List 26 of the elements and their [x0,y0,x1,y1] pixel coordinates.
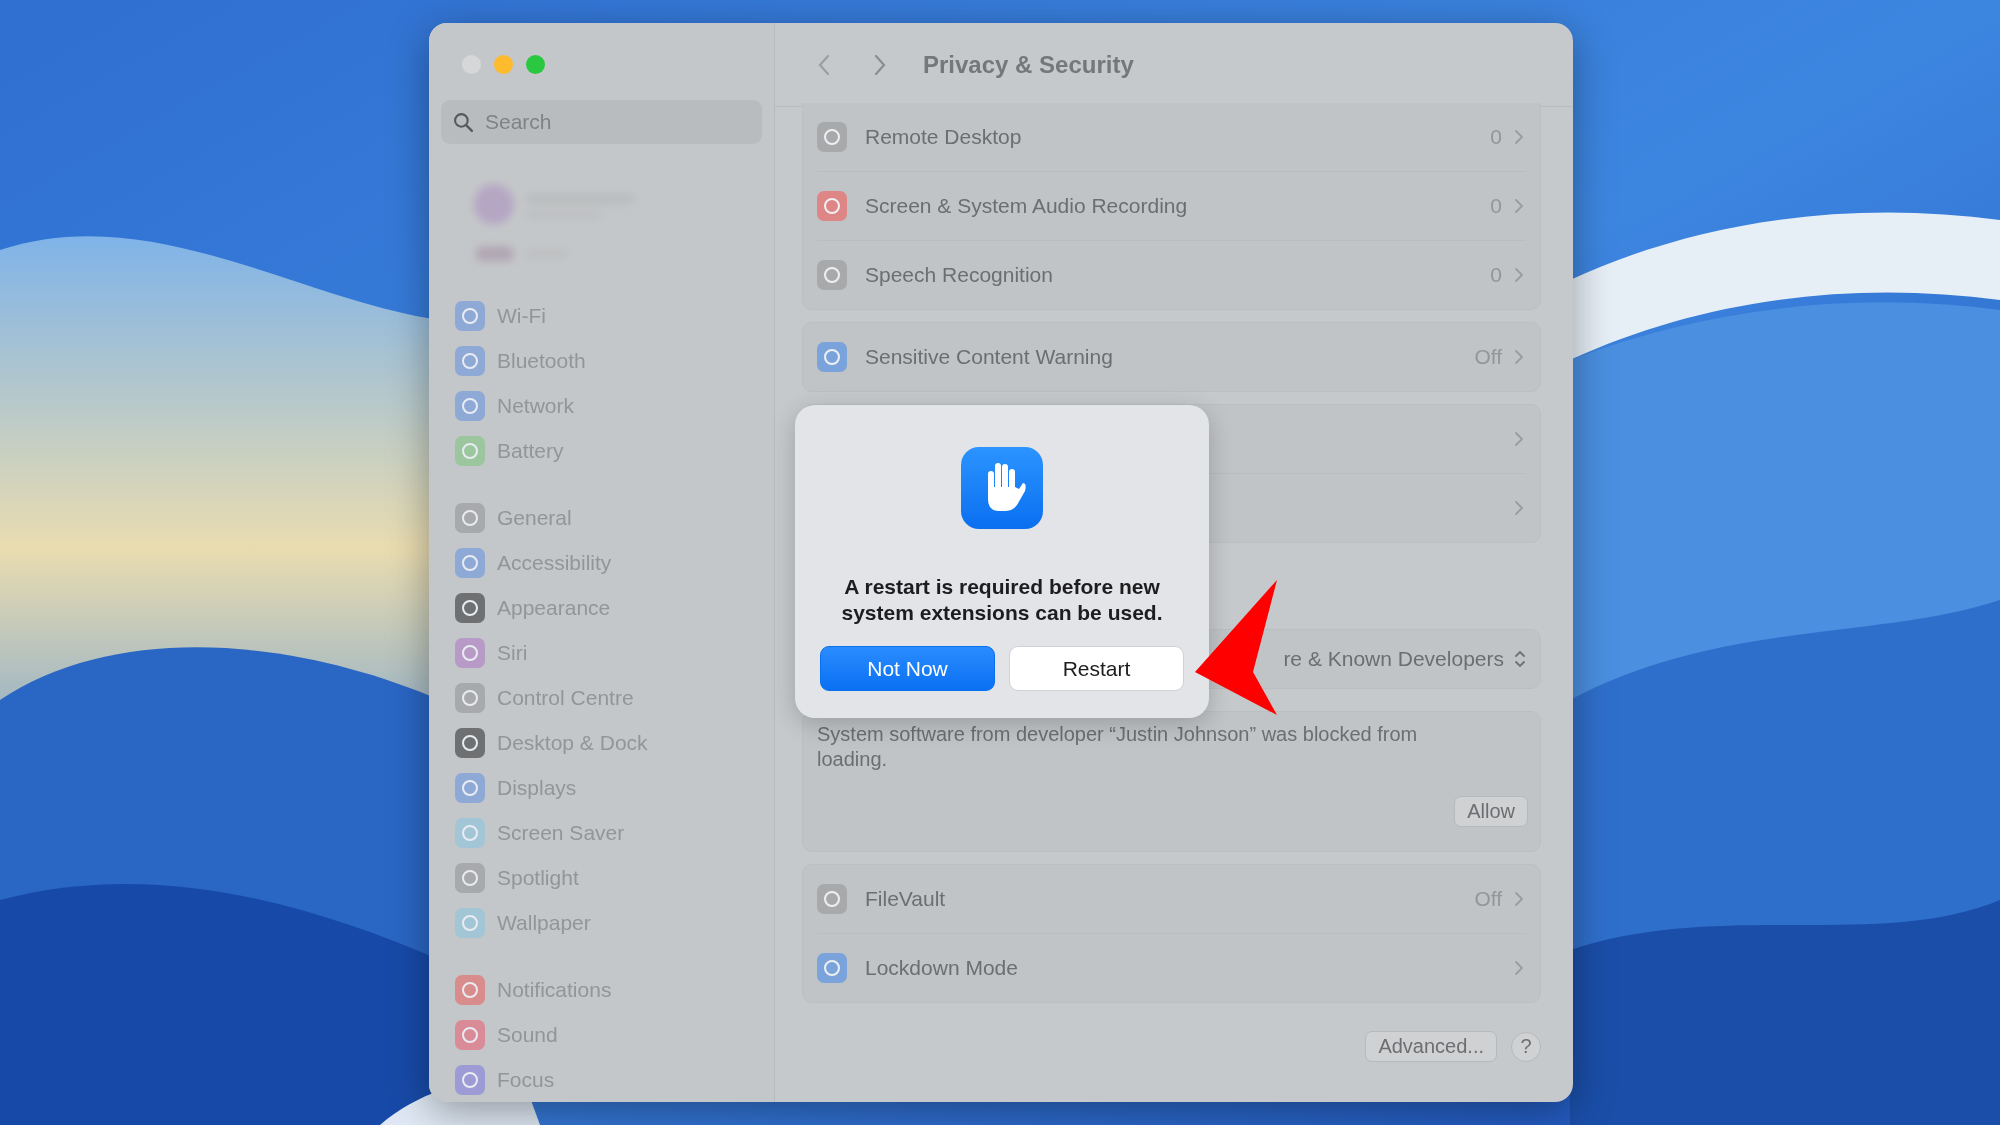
restart-button[interactable]: Restart [1009,646,1184,691]
window-title: Privacy & Security [923,50,1134,79]
back-icon[interactable] [817,52,831,77]
not-now-button[interactable]: Not Now [820,646,995,691]
chevron-icon [1514,891,1524,907]
forward-icon[interactable] [873,52,887,77]
hand-icon [961,447,1043,529]
up-down-icon [1514,649,1526,669]
chevron-icon [1514,349,1524,365]
chevron-icon [1514,129,1524,145]
search-icon [453,111,474,133]
search-field[interactable]: Search [441,99,762,144]
dialog-message: A restart is required before new system extensions can be used. [840,574,1164,626]
chevron-icon [1514,198,1524,214]
zoom-button[interactable] [526,55,545,74]
chevron-icon [1514,500,1524,516]
settings-row[interactable]: Lockdown Mode [817,933,1526,1002]
help-button[interactable]: ? [1511,1031,1541,1062]
minimize-button[interactable] [494,55,513,74]
allow-button[interactable]: Allow [1454,796,1528,827]
chevron-icon [1514,267,1524,283]
chevron-icon [1514,960,1524,976]
popup-button[interactable]: re & Known Developers [1283,647,1526,671]
blocked-software-message: System software from developer “Justin Johnson” was blocked from loading. [817,722,1419,772]
chevron-icon [1514,431,1524,447]
advanced-button[interactable]: Advanced... [1365,1031,1497,1062]
